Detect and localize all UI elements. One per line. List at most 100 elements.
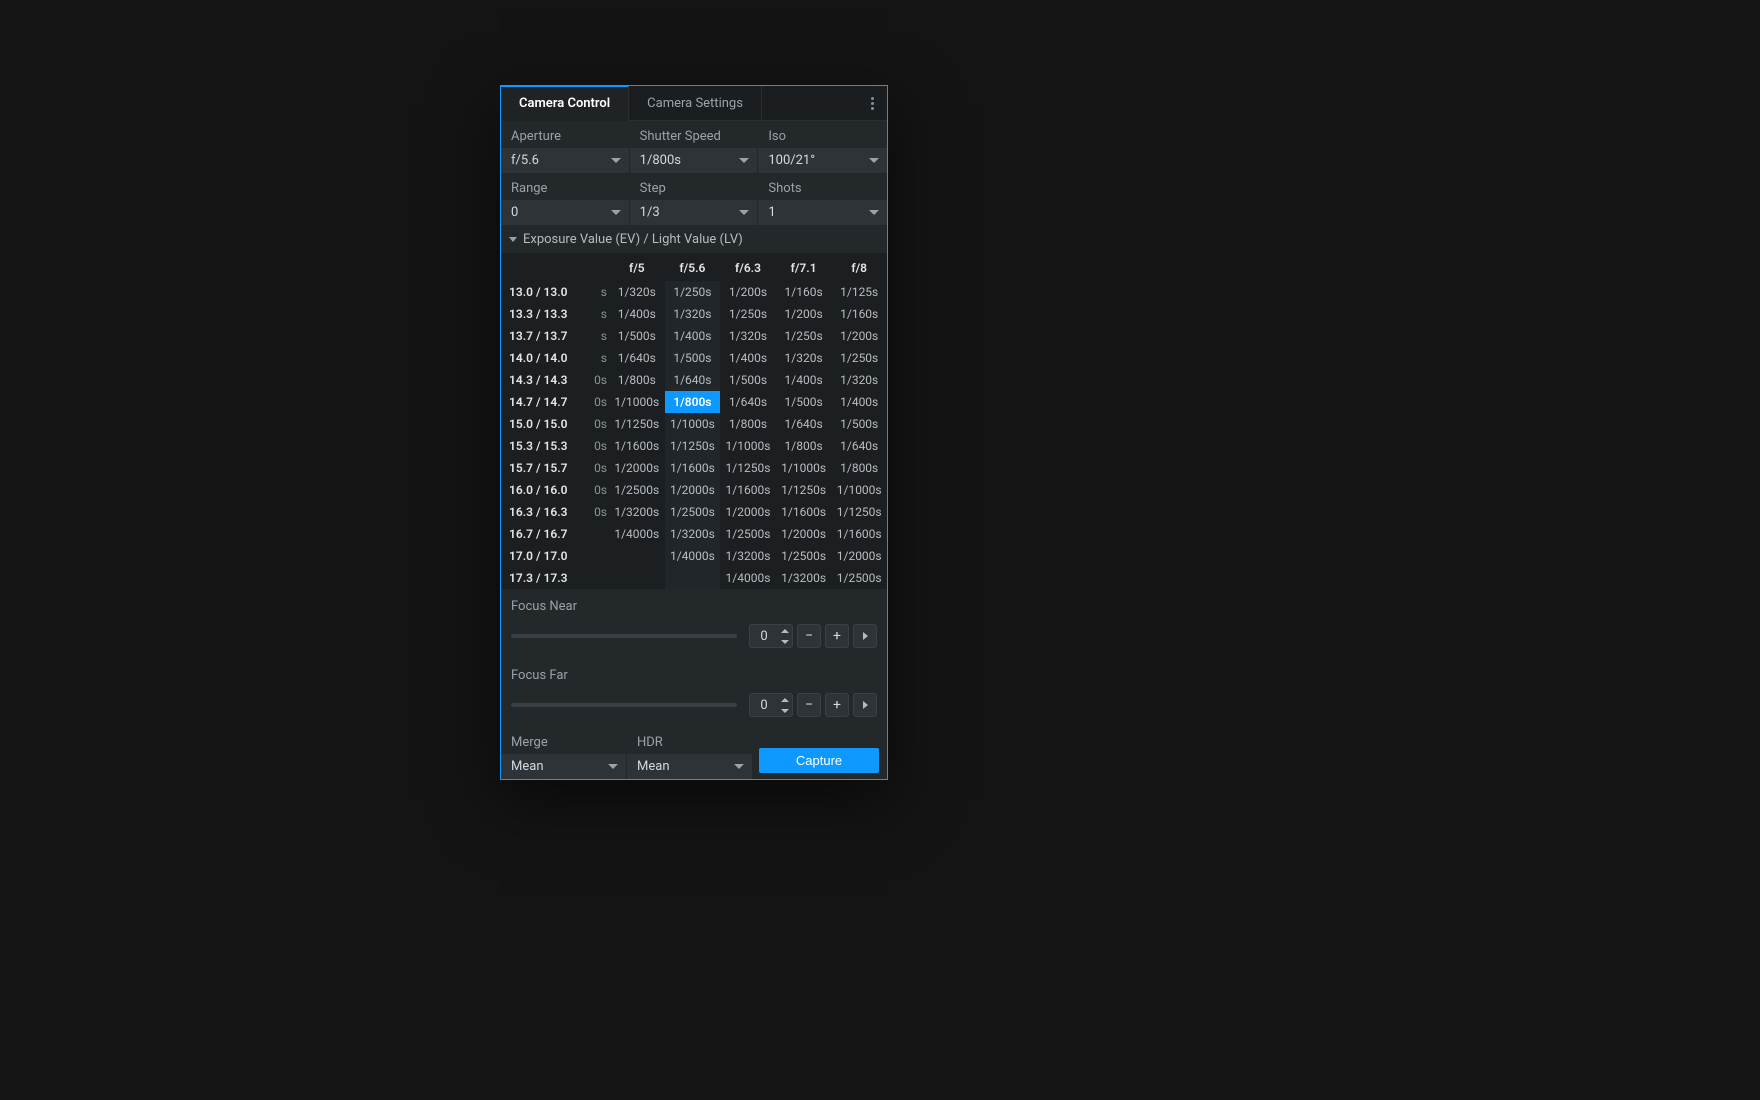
ev-cell[interactable]: 1/320s [776, 347, 832, 369]
panel-menu-button[interactable] [857, 86, 887, 120]
ev-cell[interactable]: 1/2000s [609, 457, 665, 479]
ev-cell[interactable] [609, 545, 665, 567]
ev-cell[interactable]: 1/200s [776, 303, 832, 325]
hdr-select[interactable]: Mean [627, 754, 753, 779]
ev-cell[interactable]: 1/320s [609, 281, 665, 303]
ev-cell[interactable]: 1/250s [665, 281, 721, 303]
ev-cell[interactable]: 1/640s [609, 347, 665, 369]
ev-cell[interactable]: 1/500s [776, 391, 832, 413]
step-up-icon[interactable] [778, 694, 792, 705]
focus-near-plus-button[interactable]: + [825, 624, 849, 648]
step-up-icon[interactable] [778, 625, 792, 636]
ev-cell[interactable]: 1/640s [831, 435, 887, 457]
ev-cell[interactable]: 1/3200s [720, 545, 776, 567]
ev-cell[interactable]: 1/1250s [831, 501, 887, 523]
step-down-icon[interactable] [778, 705, 792, 716]
ev-cell[interactable]: 1/500s [831, 413, 887, 435]
ev-cell[interactable]: 1/320s [720, 325, 776, 347]
ev-cell[interactable]: 1/2500s [720, 523, 776, 545]
ev-cell[interactable]: 1/4000s [720, 567, 776, 589]
ev-cell[interactable]: 1/1000s [665, 413, 721, 435]
ev-cell[interactable]: 1/250s [831, 347, 887, 369]
ev-cell[interactable]: 1/2500s [776, 545, 832, 567]
ev-lv-section-toggle[interactable]: Exposure Value (EV) / Light Value (LV) [501, 225, 887, 253]
focus-far-minus-button[interactable]: − [797, 693, 821, 717]
tab-camera-settings[interactable]: Camera Settings [629, 86, 762, 120]
focus-near-play-button[interactable] [853, 624, 877, 648]
ev-cell[interactable]: 1/1600s [665, 457, 721, 479]
ev-cell[interactable]: 1/1000s [609, 391, 665, 413]
row-header: 16.3 / 16.3 [501, 501, 585, 523]
ev-cell[interactable]: 1/2500s [609, 479, 665, 501]
ev-cell[interactable]: 1/500s [720, 369, 776, 391]
capture-button[interactable]: Capture [759, 748, 879, 773]
iso-select[interactable]: 100/21° [758, 148, 887, 173]
ev-cell[interactable]: 1/1000s [720, 435, 776, 457]
shutter-select[interactable]: 1/800s [630, 148, 759, 173]
ev-cell[interactable]: 1/2000s [665, 479, 721, 501]
table-row: 17.3 / 17.31/4000s1/3200s1/2500s [501, 567, 887, 589]
ev-cell[interactable]: 1/2000s [831, 545, 887, 567]
ev-cell[interactable] [665, 567, 721, 589]
focus-near-minus-button[interactable]: − [797, 624, 821, 648]
ev-cell[interactable]: 1/500s [609, 325, 665, 347]
ev-cell[interactable]: 1/400s [831, 391, 887, 413]
step-select[interactable]: 1/3 [630, 200, 759, 225]
ev-cell[interactable]: 1/160s [776, 281, 832, 303]
ev-cell[interactable]: 1/2000s [776, 523, 832, 545]
ev-cell[interactable]: 1/320s [665, 303, 721, 325]
ev-cell[interactable]: 1/640s [776, 413, 832, 435]
ev-cell[interactable]: 1/1250s [776, 479, 832, 501]
tab-camera-control[interactable]: Camera Control [501, 86, 629, 121]
ev-cell[interactable]: 1/400s [609, 303, 665, 325]
ev-cell[interactable]: 1/160s [831, 303, 887, 325]
ev-cell[interactable]: 1/800s [831, 457, 887, 479]
ev-cell[interactable]: 1/1250s [720, 457, 776, 479]
ev-cell[interactable]: 1/4000s [609, 523, 665, 545]
focus-far-play-button[interactable] [853, 693, 877, 717]
ev-cell[interactable]: 1/800s [776, 435, 832, 457]
ev-cell[interactable]: 1/125s [831, 281, 887, 303]
ev-cell[interactable]: 1/400s [665, 325, 721, 347]
ev-cell[interactable]: 1/200s [720, 281, 776, 303]
ev-cell[interactable]: 1/1000s [776, 457, 832, 479]
focus-far-stepper[interactable]: 0 [749, 693, 793, 717]
ev-cell[interactable]: 1/4000s [665, 545, 721, 567]
ev-cell[interactable]: 1/200s [831, 325, 887, 347]
ev-cell[interactable]: 1/1250s [665, 435, 721, 457]
ev-cell[interactable]: 1/1600s [609, 435, 665, 457]
ev-cell[interactable]: 1/250s [720, 303, 776, 325]
ev-cell[interactable]: 1/2500s [831, 567, 887, 589]
step-down-icon[interactable] [778, 636, 792, 647]
ev-cell[interactable]: 1/3200s [609, 501, 665, 523]
ev-cell[interactable]: 1/400s [720, 347, 776, 369]
range-select[interactable]: 0 [501, 200, 630, 225]
aperture-select[interactable]: f/5.6 [501, 148, 630, 173]
ev-cell[interactable]: 1/1000s [831, 479, 887, 501]
ev-cell[interactable]: 1/1600s [831, 523, 887, 545]
ev-cell[interactable]: 1/1600s [776, 501, 832, 523]
ev-cell[interactable]: 1/800s [609, 369, 665, 391]
merge-select[interactable]: Mean [501, 754, 627, 779]
shots-select[interactable]: 1 [758, 200, 887, 225]
ev-cell[interactable]: 1/320s [831, 369, 887, 391]
ev-cell[interactable]: 1/500s [665, 347, 721, 369]
ev-cell[interactable]: 1/640s [665, 369, 721, 391]
ev-cell[interactable]: 1/1600s [720, 479, 776, 501]
ev-cell[interactable]: 1/2000s [720, 501, 776, 523]
ev-cell[interactable]: 1/250s [776, 325, 832, 347]
ev-cell[interactable] [609, 567, 665, 589]
ev-cell[interactable]: 1/3200s [665, 523, 721, 545]
ev-cell[interactable]: 1/800s [665, 391, 721, 413]
ev-cell[interactable]: 1/3200s [776, 567, 832, 589]
focus-far-slider[interactable] [511, 703, 737, 707]
ev-cell[interactable]: 1/800s [720, 413, 776, 435]
ev-cell[interactable]: 1/640s [720, 391, 776, 413]
focus-far-label: Focus Far [501, 658, 887, 689]
ev-cell[interactable]: 1/1250s [609, 413, 665, 435]
focus-near-stepper[interactable]: 0 [749, 624, 793, 648]
ev-cell[interactable]: 1/2500s [665, 501, 721, 523]
ev-cell[interactable]: 1/400s [776, 369, 832, 391]
focus-near-slider[interactable] [511, 634, 737, 638]
focus-far-plus-button[interactable]: + [825, 693, 849, 717]
